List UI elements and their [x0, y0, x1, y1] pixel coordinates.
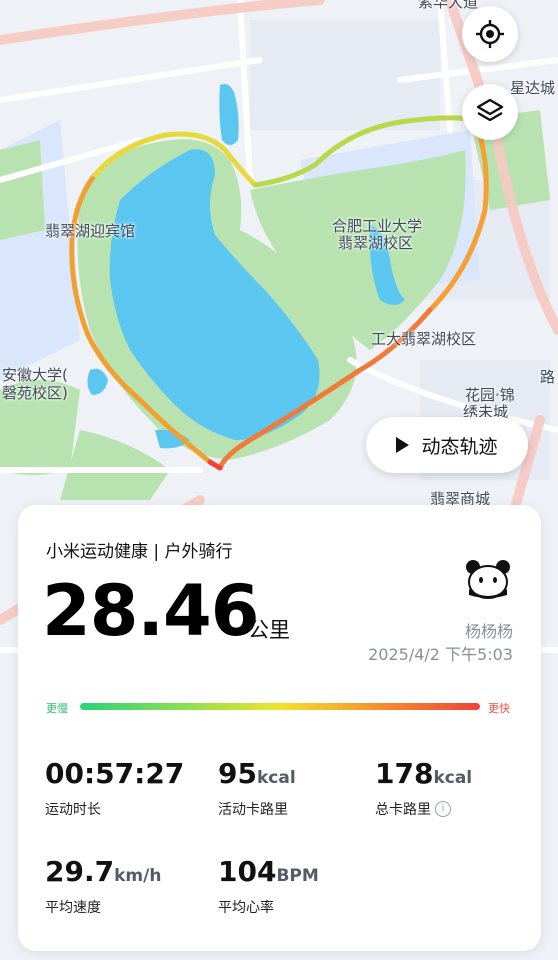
workout-summary-card: 小米运动健康 | 户外骑行 28.46 公里 杨杨杨 2025/4/2 下午5:…	[18, 505, 541, 951]
layers-icon	[476, 98, 504, 122]
layers-button[interactable]	[462, 84, 518, 140]
stat-duration: 00:57:27 运动时长	[45, 757, 184, 819]
stat-value: 00:57:27	[45, 757, 185, 790]
stat-unit: km/h	[114, 866, 162, 886]
map-label-ahu: 安徽大学(	[2, 366, 68, 384]
stat-total-calories: 178kcal 总卡路里 i	[375, 757, 472, 819]
crosshair-icon	[476, 20, 504, 48]
stat-value: 178	[375, 757, 434, 790]
stat-avg-heart-rate: 104BPM 平均心率	[218, 855, 319, 917]
stat-label: 运动时长	[45, 802, 101, 818]
stat-unit: kcal	[256, 768, 296, 788]
stat-label: 平均速度	[45, 900, 101, 916]
username: 杨杨杨	[464, 622, 513, 641]
app-title: 小米运动健康 | 户外骑行	[46, 542, 233, 562]
map-label-hotel: 翡翠湖迎宾馆	[45, 222, 136, 240]
dynamic-track-label: 动态轨迹	[421, 435, 498, 458]
stat-active-calories: 95kcal 活动卡路里	[218, 757, 296, 819]
map-label-top: 紫华大道	[418, 0, 479, 11]
distance-value: 28.46	[42, 570, 259, 652]
workout-datetime: 2025/4/2 下午5:03	[368, 645, 513, 664]
stat-value: 29.7	[45, 855, 115, 888]
map-label-hfut-campus: 工大翡翠湖校区	[371, 330, 477, 348]
locate-button[interactable]	[462, 6, 518, 62]
distance-unit: 公里	[248, 618, 290, 642]
stat-avg-speed: 29.7km/h 平均速度	[45, 855, 161, 917]
speed-gradient-bar	[80, 703, 480, 710]
speed-slow-label: 更慢	[46, 702, 68, 715]
map-label-road: 路	[540, 368, 556, 386]
map-label-hfut-campus-name: 翡翠湖校区	[338, 234, 414, 252]
speed-fast-label: 更快	[488, 702, 510, 715]
info-icon[interactable]: i	[435, 801, 451, 817]
map-label-top-right: 星达城	[510, 79, 556, 97]
stat-value: 95	[218, 757, 257, 790]
panda-avatar-icon	[466, 560, 510, 599]
stat-unit: BPM	[276, 866, 319, 886]
stat-label: 总卡路里	[375, 802, 431, 818]
stat-value: 104	[218, 855, 277, 888]
stat-unit: kcal	[433, 768, 473, 788]
dynamic-track-button[interactable]: 动态轨迹	[366, 417, 528, 473]
play-icon	[396, 437, 410, 453]
map-label-ahu-campus: 磬苑校区)	[2, 384, 68, 402]
stat-label: 活动卡路里	[218, 802, 288, 818]
stat-label: 平均心率	[218, 900, 274, 916]
